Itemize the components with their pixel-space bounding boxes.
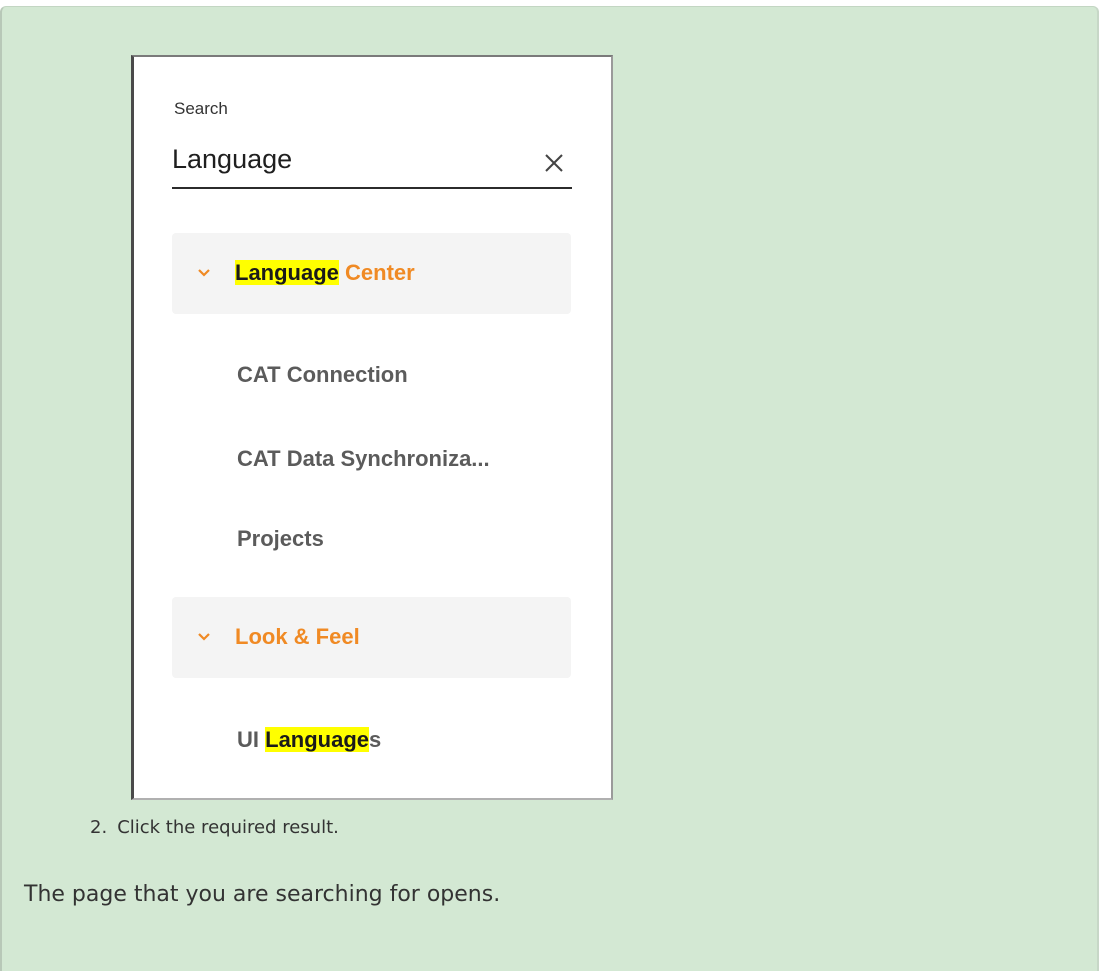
step-text: Click the required result.: [117, 817, 339, 838]
search-label: Search: [174, 99, 228, 118]
group-title: Look & Feel: [235, 624, 360, 649]
search-highlight: Language: [265, 727, 370, 752]
note-panel: Search Language Language Center CAT Conn…: [0, 6, 1099, 971]
step-number: 2.: [90, 817, 108, 838]
chevron-down-icon: [198, 269, 210, 277]
search-input[interactable]: Language: [172, 144, 292, 175]
search-highlight: Language: [235, 260, 339, 285]
group-language-center[interactable]: Language Center: [172, 233, 571, 314]
search-field[interactable]: Language: [172, 139, 572, 189]
group-title-rest: Center: [338, 260, 415, 285]
group-title: Language Center: [235, 260, 415, 286]
result-cat-connection[interactable]: CAT Connection: [237, 362, 408, 388]
close-icon[interactable]: [542, 151, 566, 175]
result-ui-languages[interactable]: UI Languages: [237, 727, 381, 753]
settings-search-panel: Search Language Language Center CAT Conn…: [131, 55, 613, 800]
result-projects[interactable]: Projects: [237, 526, 324, 552]
result-prefix: UI: [237, 727, 266, 752]
group-look-and-feel[interactable]: Look & Feel: [172, 597, 571, 678]
chevron-down-icon: [198, 633, 210, 641]
result-note: The page that you are searching for open…: [24, 882, 501, 907]
instruction-step: 2. Click the required result.: [90, 817, 339, 838]
result-suffix: s: [369, 727, 382, 752]
result-cat-data-synchronization[interactable]: CAT Data Synchroniza...: [237, 446, 490, 472]
